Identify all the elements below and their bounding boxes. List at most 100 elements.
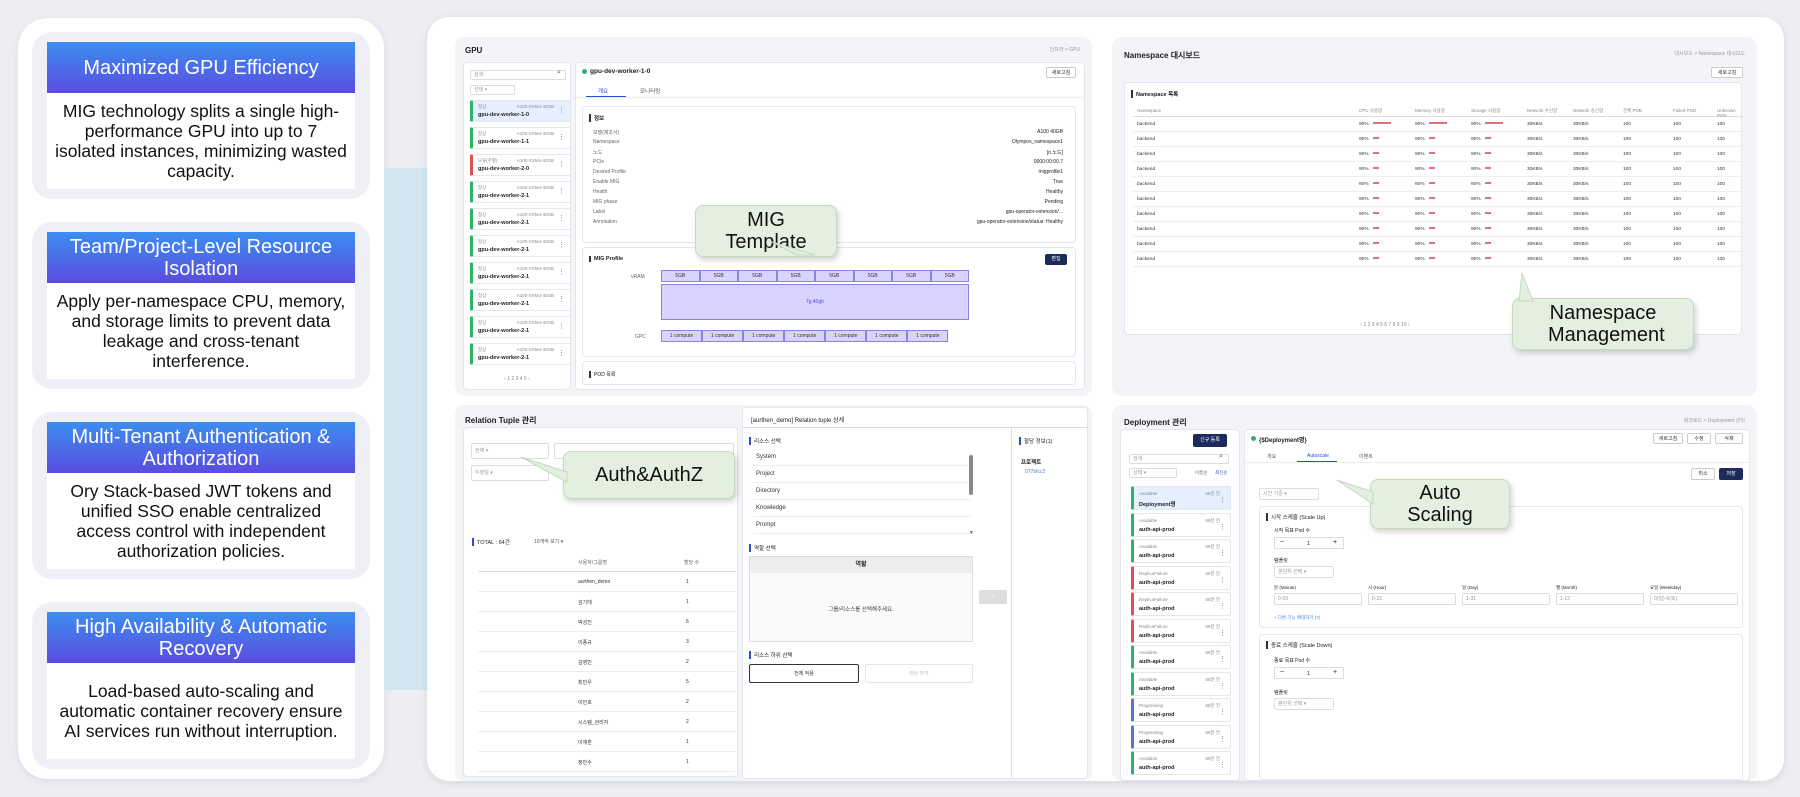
more-icon[interactable]: ⋮ <box>558 268 565 276</box>
edit-button[interactable]: 편집 <box>1045 254 1067 265</box>
more-icon[interactable]: ⋮ <box>1219 761 1226 769</box>
table-row[interactable]: backend 90% 90% 90% 30KB/s 30KB/s 100 100 100 <box>1133 192 1743 207</box>
more-icon[interactable]: ⋮ <box>1219 549 1226 557</box>
tab-overview[interactable]: 개요 <box>1267 453 1276 460</box>
cycle-select[interactable]: 분단위 선택 ▾ <box>1274 698 1334 710</box>
target-pod-stepper[interactable]: − 1 + <box>1274 667 1344 679</box>
add-return-button[interactable]: 리턴 추가 <box>865 664 973 683</box>
filter-type-select[interactable]: 전체 ▾ <box>471 443 549 459</box>
table-row[interactable]: backend 90% 90% 90% 30KB/s 30KB/s 100 100 100 <box>1133 147 1743 162</box>
resource-item[interactable]: Prompt <box>753 517 972 534</box>
more-icon[interactable]: ⋮ <box>1219 602 1226 610</box>
more-icon[interactable]: ⋮ <box>1219 655 1226 663</box>
table-row[interactable]: backend 90% 90% 90% 30KB/s 30KB/s 100 100 100 <box>1133 237 1743 252</box>
table-row[interactable]: backend 90% 90% 90% 30KB/s 30KB/s 100 100 100 <box>1133 132 1743 147</box>
gpu-item[interactable]: 정상 A100-SXM4-40GB gpu-dev-worker-2-1 ⋮ <box>470 235 571 257</box>
tab-monitoring[interactable]: 모니터링 <box>640 87 660 95</box>
resource-item[interactable]: Knowledge <box>753 500 972 517</box>
table-row[interactable]: backend 90% 90% 90% 30KB/s 30KB/s 100 100 100 <box>1133 162 1743 177</box>
more-icon[interactable]: ⋮ <box>558 160 565 168</box>
cron-input[interactable]: 0(일)-6(토) <box>1650 593 1738 605</box>
cron-input[interactable]: 1-31 <box>1462 593 1550 605</box>
state-select[interactable]: 상태 ▾ <box>1129 468 1177 478</box>
more-icon[interactable]: ⋮ <box>558 106 565 114</box>
cycle-select[interactable]: 분단위 선택 ▾ <box>1274 566 1334 578</box>
more-icon[interactable]: ⋮ <box>558 295 565 303</box>
gpu-item[interactable]: 정상 A100-SXM4-40GB gpu-dev-worker-1-0 ⋮ <box>470 100 571 122</box>
refresh-button[interactable]: 새로고침 <box>1711 67 1743 78</box>
search-input[interactable]: 검색 <box>470 70 566 80</box>
save-button[interactable]: 저장 <box>1719 468 1743 480</box>
gpu-item[interactable]: 정상 A100-SXM4-40GB gpu-dev-worker-2-1 ⋮ <box>470 343 571 365</box>
more-icon[interactable]: ⋮ <box>558 322 565 330</box>
tab-autoscale[interactable]: Autoscale <box>1307 453 1329 459</box>
chevron-down-icon[interactable]: ▼ <box>969 530 974 536</box>
more-icon[interactable]: ⋮ <box>1219 708 1226 716</box>
scrollbar[interactable] <box>969 455 973 495</box>
more-icon[interactable]: ⋮ <box>558 349 565 357</box>
move-right-button[interactable]: › <box>979 590 1007 604</box>
stepper-plus[interactable]: + <box>1333 669 1337 676</box>
table-row[interactable]: backend 90% 90% 90% 30KB/s 30KB/s 100 100 100 <box>1133 252 1743 267</box>
delete-button[interactable]: 삭제 <box>1715 433 1743 444</box>
table-row[interactable]: 이민호 2 <box>478 692 736 712</box>
more-icon[interactable]: ⋮ <box>1219 682 1226 690</box>
table-row[interactable]: backend 90% 90% 90% 30KB/s 30KB/s 100 100 100 <box>1133 177 1743 192</box>
table-row[interactable]: 이종규 3 <box>478 632 736 652</box>
mig-instance-block[interactable]: 7g.40gb <box>661 284 969 320</box>
gpu-item[interactable]: 정상 A100-SXM4-40GB gpu-dev-worker-1-1 ⋮ <box>470 127 571 149</box>
sort-name[interactable]: 이름순 <box>1195 470 1207 476</box>
more-icon[interactable]: ⋮ <box>1219 576 1226 584</box>
table-row[interactable]: backend 90% 90% 90% 30KB/s 30KB/s 100 100 100 <box>1133 222 1743 237</box>
deployment-item[interactable]: Available 58분 전 Deployment명 ⋮ <box>1131 486 1231 510</box>
project-value[interactable]: 077bfcc2 <box>1025 469 1045 475</box>
gpu-item[interactable]: 오류(주황) A100-SXM4-40GB gpu-dev-worker-2-0 ⋮ <box>470 154 571 176</box>
gpu-item[interactable]: 정상 A100-SXM4-40GB gpu-dev-worker-2-1 ⋮ <box>470 181 571 203</box>
deployment-item[interactable]: ReplicaFailure 58분 전 auth-api-prod ⋮ <box>1131 565 1231 590</box>
tab-events[interactable]: 이벤트 <box>1359 453 1373 460</box>
more-icon[interactable]: ⋮ <box>558 214 565 222</box>
table-row[interactable]: 김영민 2 <box>478 652 736 672</box>
resource-item[interactable]: Directory <box>753 483 972 500</box>
more-icon[interactable]: ⋮ <box>1219 629 1226 637</box>
cron-input[interactable]: 0-59 <box>1274 593 1362 605</box>
table-row[interactable]: 이재훈 1 <box>478 732 736 752</box>
cron-input[interactable]: 1-12 <box>1556 593 1644 605</box>
more-icon[interactable]: ⋮ <box>1219 523 1226 531</box>
table-row[interactable]: 김기태 1 <box>478 592 736 612</box>
search-input[interactable]: 검색 <box>1129 454 1229 464</box>
table-row[interactable]: aurthen_demo 1 <box>478 572 736 592</box>
table-row[interactable]: 박성진 6 <box>478 612 736 632</box>
table-row[interactable]: 시스템_관리자 2 <box>478 712 736 732</box>
pagination[interactable]: ‹ 1 2 3 4 5 › <box>464 376 570 382</box>
gpu-item[interactable]: 정상 A100-SXM4-40GB gpu-dev-worker-2-1 ⋮ <box>470 316 571 338</box>
sort-recent[interactable]: 최신순 <box>1215 470 1227 476</box>
apply-all-button[interactable]: 전체 적용 <box>749 664 859 683</box>
gpu-item[interactable]: 정상 A100-SXM4-40GB gpu-dev-worker-2-1 ⋮ <box>470 262 571 284</box>
deployment-item[interactable]: Available 58분 전 auth-api-prod ⋮ <box>1131 671 1231 696</box>
more-icon[interactable]: ⋮ <box>1219 735 1226 743</box>
more-icon[interactable]: ⋮ <box>558 187 565 195</box>
deployment-item[interactable]: Available 58분 전 auth-api-prod ⋮ <box>1131 512 1231 537</box>
deployment-item[interactable]: ReplicaFailure 58분 전 auth-api-prod ⋮ <box>1131 592 1231 616</box>
tab-overview[interactable]: 개요 <box>598 87 608 95</box>
resource-item[interactable]: Project <box>753 466 972 483</box>
more-icon[interactable]: ⋮ <box>1219 496 1226 504</box>
resource-item[interactable]: System <box>753 449 972 466</box>
time-basis-select[interactable]: 시간 기준 ▾ <box>1259 488 1319 500</box>
table-row[interactable]: 최민우 5 <box>478 672 736 692</box>
deployment-item[interactable]: Available 58분 전 auth-api-prod ⋮ <box>1131 645 1231 669</box>
new-button[interactable]: 신규 등록 <box>1193 434 1227 447</box>
more-icon[interactable]: ⋮ <box>558 241 565 249</box>
deployment-item[interactable]: Progressing 58분 전 auth-api-prod ⋮ <box>1131 724 1231 749</box>
refresh-button[interactable]: 새로고침 <box>1653 433 1683 444</box>
target-pod-stepper[interactable]: − 1 + <box>1274 537 1344 549</box>
stepper-minus[interactable]: − <box>1280 539 1284 546</box>
add-rule-link[interactable]: + 다른 기능 확대하기 (?) <box>1274 615 1320 621</box>
select-dropdown[interactable]: 선택 ▾ <box>470 85 515 95</box>
more-icon[interactable]: ⋮ <box>558 133 565 141</box>
cancel-button[interactable]: 취소 <box>1691 468 1715 480</box>
refresh-button[interactable]: 새로고침 <box>1046 67 1076 78</box>
per-page-select[interactable]: 10개씩 보기 ▾ <box>534 538 563 545</box>
table-row[interactable]: backend 90% 90% 90% 30KB/s 30KB/s 100 100 100 <box>1133 207 1743 222</box>
